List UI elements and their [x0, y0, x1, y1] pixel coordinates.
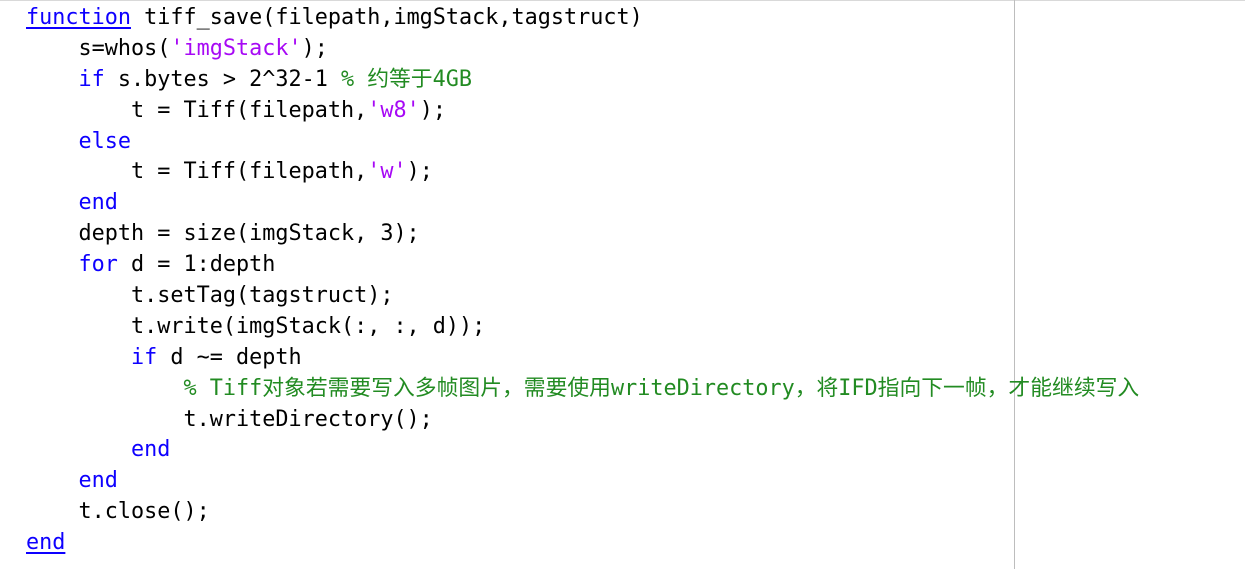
code-line[interactable]: function tiff_save(filepath,imgStack,tag… [26, 3, 1139, 34]
text-token: ); [406, 159, 433, 185]
code-line[interactable]: else [26, 127, 1139, 158]
code-line[interactable]: end [26, 188, 1139, 219]
keyword-token: end [130, 437, 171, 463]
keyword-token: end [26, 530, 66, 556]
keyword-token: end [78, 468, 118, 494]
text-token: t.setTag(tagstruct); [26, 283, 394, 309]
code-line[interactable]: % Tiff对象若需要写入多帧图片，需要使用writeDirectory，将IF… [26, 374, 1139, 405]
comment-token: % 约等于4GB [340, 66, 472, 92]
code-line[interactable]: end [26, 466, 1139, 497]
code-line[interactable]: end [26, 528, 1139, 559]
code-line[interactable]: t.write(imgStack(:, :, d)); [26, 312, 1139, 343]
text-token: depth = size(imgStack, 3); [26, 221, 420, 247]
code-editor[interactable]: function tiff_save(filepath,imgStack,tag… [0, 0, 1245, 569]
keyword-token: else [78, 128, 132, 154]
string-token: 'w' [367, 159, 407, 185]
code-line[interactable]: s=whos('imgStack'); [26, 34, 1139, 65]
code-line[interactable]: t.setTag(tagstruct); [26, 281, 1139, 312]
text-token: t = Tiff(filepath, [26, 97, 368, 123]
text-token: s=whos( [26, 35, 171, 61]
keyword-token: if [130, 344, 158, 370]
code-line[interactable]: for d = 1:depth [26, 250, 1139, 281]
code-block[interactable]: function tiff_save(filepath,imgStack,tag… [26, 3, 1139, 559]
text-token: ); [301, 35, 328, 61]
code-line[interactable]: if s.bytes > 2^32-1 % 约等于4GB [26, 65, 1139, 96]
keyword-token: for [78, 252, 118, 278]
keyword-token: if [78, 66, 105, 92]
comment-token: % Tiff对象若需要写入多帧图片，需要使用writeDirectory，将IF… [183, 375, 1140, 401]
text-token: ); [419, 97, 446, 123]
editor-top-border [0, 0, 1245, 1]
text-token: t = Tiff(filepath, [26, 159, 368, 185]
keyword-token: end [78, 190, 118, 216]
text-token: d = 1:depth [117, 252, 276, 278]
code-line[interactable]: t = Tiff(filepath,'w8'); [26, 96, 1139, 127]
text-token: t.close(); [26, 499, 210, 525]
code-line[interactable]: t.writeDirectory(); [26, 405, 1139, 436]
code-line[interactable]: t.close(); [26, 497, 1139, 528]
text-token: t.writeDirectory(); [26, 406, 433, 432]
text-token: s.bytes > 2^32-1 [104, 66, 341, 92]
code-line[interactable]: t = Tiff(filepath,'w'); [26, 157, 1139, 188]
code-line[interactable]: end [26, 435, 1139, 466]
text-token: t.write(imgStack(:, :, d)); [26, 313, 486, 339]
keyword-token: function [26, 5, 131, 30]
text-token: tiff_save(filepath,imgStack,tagstruct) [130, 5, 643, 30]
string-token: 'w8' [367, 97, 420, 123]
code-line[interactable]: if d ~= depth [26, 343, 1139, 374]
code-line[interactable]: depth = size(imgStack, 3); [26, 219, 1139, 250]
string-token: 'imgStack' [170, 35, 302, 61]
text-token: d ~= depth [157, 344, 302, 370]
